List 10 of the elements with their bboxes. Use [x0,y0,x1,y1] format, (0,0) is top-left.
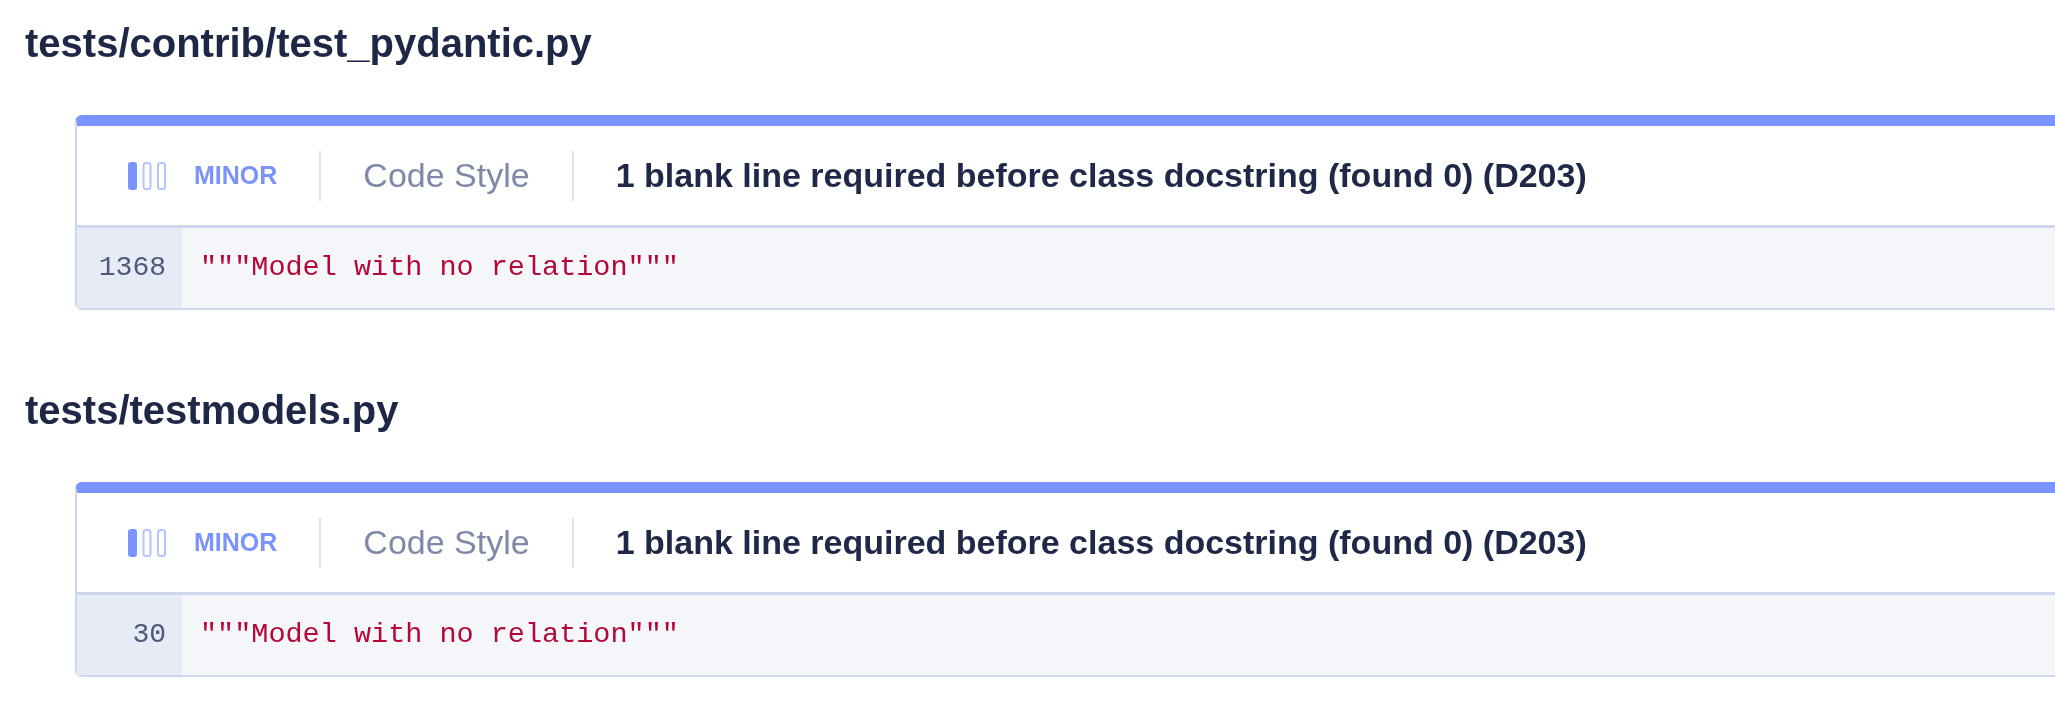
severity-label: MINOR [194,530,278,555]
category-label: Code Style [363,522,530,563]
issue-message: 1 blank line required before class docstring (found 0) (D203) [615,155,1587,196]
file-path: tests/contrib/test_pydantic.py [25,20,592,67]
file-path: tests/testmodels.py [25,387,399,434]
category-label: Code Style [363,155,530,196]
issue-message: 1 blank line required before class docstring (found 0) (D203) [615,522,1587,563]
severity-label: MINOR [194,163,278,188]
line-number: 1368 [77,228,182,308]
line-number: 30 [77,595,182,675]
